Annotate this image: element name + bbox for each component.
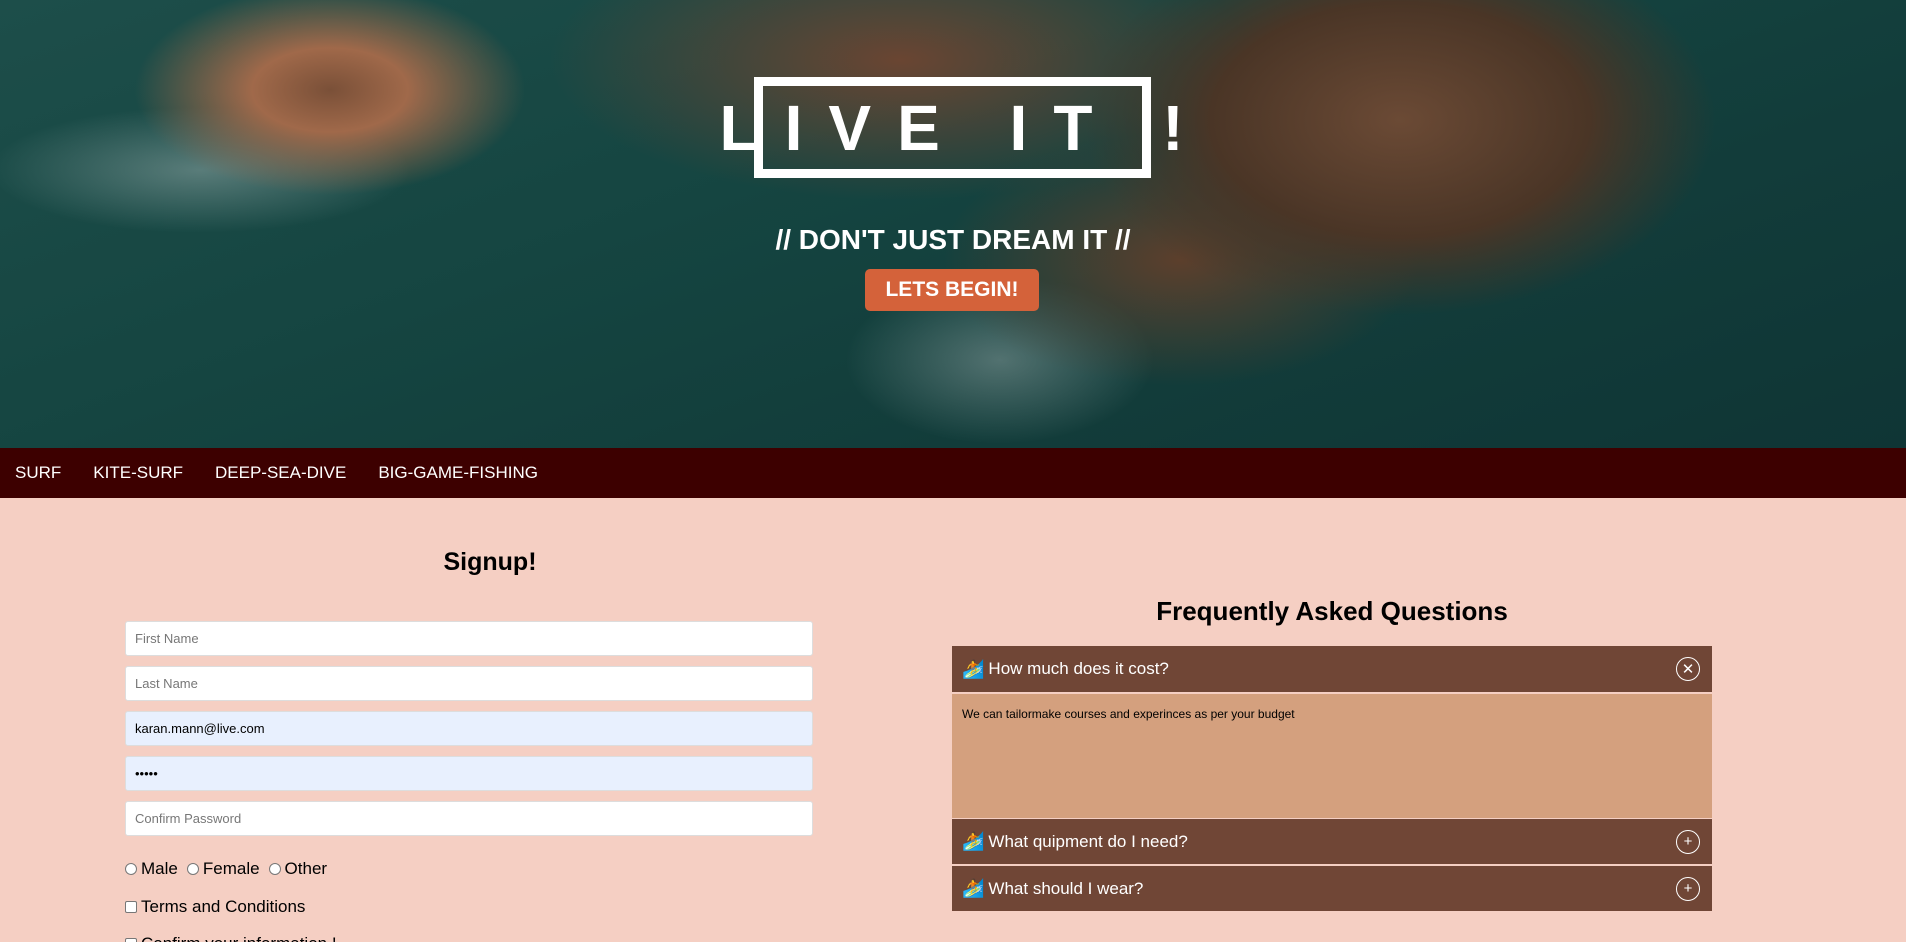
surfer-icon: 🏄 (962, 831, 985, 851)
gender-radio-other[interactable] (268, 863, 281, 875)
lets-begin-button[interactable]: LETS BEGIN! (865, 269, 1039, 311)
plus-icon[interactable]: + (1676, 829, 1700, 854)
gender-label-male: Male (141, 859, 178, 878)
confirm-password-field[interactable]: Confirm Password (125, 801, 813, 836)
hero-subtitle: // DON'T JUST DREAM IT // (775, 224, 1131, 255)
nav-item-surf[interactable]: SURF (15, 463, 61, 483)
hero-title-box: LIVE IT ! (720, 77, 1184, 178)
email-field[interactable]: karan.mann@live.com (125, 711, 813, 746)
terms-row: Terms and Conditions (125, 897, 305, 917)
faq-question-cost[interactable]: 🏄 How much does it cost? ✕ (952, 646, 1712, 692)
close-icon[interactable]: ✕ (1676, 657, 1700, 681)
nav-item-kite-surf[interactable]: KITE-SURF (93, 463, 183, 483)
faq-question-label: What should I wear? (988, 878, 1144, 898)
signup-title: Signup! (443, 548, 537, 576)
faq-question-equipment[interactable]: 🏄 What quipment do I need? + (952, 819, 1712, 864)
faq-question-label: How much does it cost? (988, 659, 1169, 678)
surfer-icon: 🏄 (962, 658, 985, 679)
confirm-checkbox[interactable] (125, 938, 137, 942)
hero-banner: LIVE IT ! // DON'T JUST DREAM IT // LETS… (0, 0, 1906, 448)
faq-question-wear[interactable]: 🏄 What should I wear? + (952, 866, 1712, 911)
hero-title: LIVE IT ! (719, 91, 1210, 164)
first-name-field[interactable]: First Name (125, 621, 813, 656)
nav-item-deep-sea-dive[interactable]: DEEP-SEA-DIVE (215, 463, 346, 483)
main-nav: SURF KITE-SURF DEEP-SEA-DIVE BIG-GAME-FI… (0, 448, 1906, 498)
faq-title: Frequently Asked Questions (1156, 596, 1508, 626)
surfer-icon: 🏄 (962, 878, 985, 898)
confirm-row: Confirm your information ! (125, 934, 337, 942)
faq-answer-cost: We can tailormake courses and experinces… (952, 694, 1712, 818)
gender-label-other: Other (284, 859, 328, 878)
last-name-field[interactable]: Last Name (125, 666, 813, 701)
terms-checkbox[interactable] (125, 901, 137, 913)
gender-radio-group: Male Female Other (125, 859, 336, 879)
gender-radio-male[interactable] (125, 863, 137, 875)
password-field[interactable]: ••••• (125, 756, 813, 791)
confirm-label: Confirm your information ! (141, 934, 337, 942)
gender-label-female: Female (202, 859, 260, 878)
faq-question-label: What quipment do I need? (988, 831, 1188, 851)
gender-radio-female[interactable] (186, 863, 199, 875)
nav-item-big-game-fishing[interactable]: BIG-GAME-FISHING (378, 463, 538, 483)
plus-icon[interactable]: + (1676, 876, 1700, 901)
terms-label: Terms and Conditions (141, 897, 306, 916)
